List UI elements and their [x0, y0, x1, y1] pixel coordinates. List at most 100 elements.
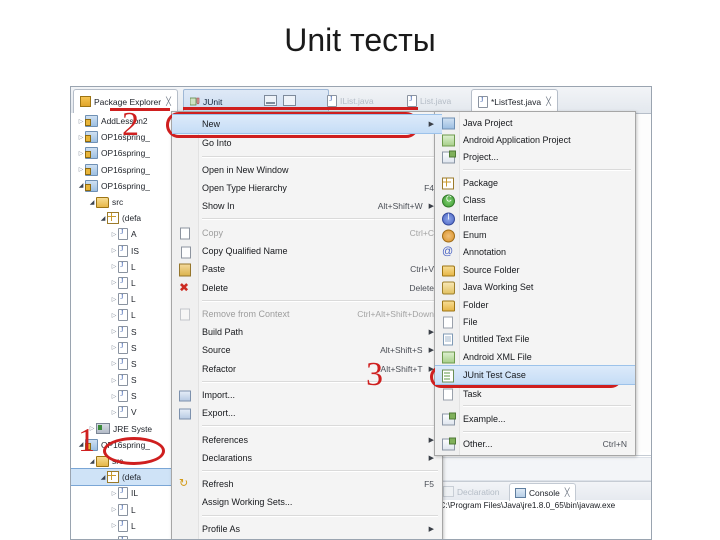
menu-item-paste[interactable]: Paste Ctrl+V — [172, 260, 442, 278]
menu-separator — [202, 218, 438, 221]
menu-item-junit-test-case[interactable]: JUnit Test Case — [435, 365, 635, 385]
chevron-right-icon[interactable]: ▷ — [77, 166, 85, 173]
java-project-icon — [85, 131, 98, 144]
menu-item-source-folder[interactable]: Source Folder — [435, 261, 635, 278]
menu-separator — [202, 380, 438, 383]
menu-item-label: Delete — [202, 282, 229, 293]
menu-item-declarations[interactable]: Declarations ▶ — [172, 449, 442, 467]
new-submenu[interactable]: Java Project Android Application Project P… — [434, 111, 636, 457]
chevron-down-icon[interactable]: ◢ — [88, 199, 96, 206]
menu-item-java-project[interactable]: Java Project — [435, 114, 635, 131]
menu-item-java-working-set[interactable]: Java Working Set — [435, 279, 635, 296]
menu-item-new[interactable]: New ▶ — [172, 114, 442, 135]
chevron-right-icon[interactable]: ▷ — [110, 296, 118, 303]
menu-item-class[interactable]: Class — [435, 192, 635, 209]
menu-item-folder[interactable]: Folder — [435, 296, 635, 313]
menu-item-label: Class — [463, 195, 486, 206]
tab-list-java[interactable]: List.java — [401, 89, 457, 112]
tree-node-label: OP16spring_ — [101, 439, 150, 450]
context-menu[interactable]: New ▶ Go Into Open in New Window Open Type H… — [171, 111, 443, 539]
chevron-right-icon[interactable]: ▷ — [110, 538, 118, 539]
tab-package-explorer[interactable]: Package Explorer ╳ — [73, 89, 178, 113]
tab-console[interactable]: Console ╳ — [509, 483, 576, 501]
chevron-right-icon[interactable]: ▷ — [110, 279, 118, 286]
menu-item-label: Declarations — [202, 452, 253, 463]
menu-item-copy-qualified-name[interactable]: Copy Qualified Name — [172, 242, 442, 260]
menu-item-project[interactable]: Project... — [435, 149, 635, 166]
tab-listtest-java[interactable]: *ListTest.java ╳ — [471, 89, 558, 113]
menu-item-assign-working-sets[interactable]: Assign Working Sets... — [172, 493, 442, 511]
menu-item-copy: Copy Ctrl+C — [172, 223, 442, 241]
menu-item-android-xml-file[interactable]: Android XML File — [435, 348, 635, 365]
chevron-right-icon[interactable]: ▷ — [110, 522, 118, 529]
menu-item-shortcut: Ctrl+N — [602, 439, 627, 450]
chevron-down-icon[interactable]: ◢ — [77, 441, 85, 448]
menu-item-label: Package — [463, 177, 499, 188]
menu-item-other[interactable]: Other... Ctrl+N — [435, 436, 635, 453]
tree-node-label: L — [131, 310, 136, 321]
chevron-down-icon[interactable]: ◢ — [99, 474, 107, 481]
chevron-right-icon[interactable]: ▷ — [110, 231, 118, 238]
chevron-right-icon[interactable]: ▷ — [77, 150, 85, 157]
tab-junit[interactable]: JUnit — [183, 89, 329, 113]
menu-item-annotation[interactable]: @ Annotation — [435, 244, 635, 261]
tab-ilist-java[interactable]: IList.java — [321, 89, 380, 112]
menu-item-enum[interactable]: Enum — [435, 226, 635, 243]
menu-item-shortcut: Ctrl+V — [410, 264, 434, 275]
chevron-right-icon[interactable]: ▷ — [110, 328, 118, 335]
close-icon[interactable]: ╳ — [565, 488, 570, 497]
menu-item-example[interactable]: Example... — [435, 410, 635, 427]
menu-item-build-path[interactable]: Build Path ▶ — [172, 323, 442, 341]
chevron-down-icon[interactable]: ◢ — [77, 182, 85, 189]
chevron-right-icon[interactable]: ▷ — [77, 118, 85, 125]
menu-item-refactor[interactable]: Refactor Alt+Shift+T ▶ — [172, 360, 442, 378]
tab-declaration[interactable]: Declaration — [438, 483, 504, 500]
chevron-right-icon[interactable]: ▷ — [110, 344, 118, 351]
junit-icon — [189, 97, 200, 107]
maximize-view-button[interactable] — [283, 95, 296, 106]
close-icon[interactable]: ╳ — [166, 97, 171, 106]
chevron-down-icon[interactable]: ◢ — [99, 215, 107, 222]
chevron-right-icon[interactable]: ▷ — [110, 377, 118, 384]
menu-item-refresh[interactable]: ↻ Refresh F5 — [172, 475, 442, 493]
menu-item-label: Export... — [202, 408, 236, 419]
menu-item-go-into[interactable]: Go Into — [172, 134, 442, 152]
chevron-right-icon[interactable]: ▷ — [110, 247, 118, 254]
menu-item-references[interactable]: References ▶ — [172, 430, 442, 448]
menu-item-import[interactable]: Import... — [172, 386, 442, 404]
menu-item-open-in-new-window[interactable]: Open in New Window — [172, 161, 442, 179]
menu-item-android-application-project[interactable]: Android Application Project — [435, 131, 635, 148]
chevron-right-icon[interactable]: ▷ — [110, 409, 118, 416]
chevron-down-icon[interactable]: ◢ — [88, 458, 96, 465]
chevron-right-icon[interactable]: ▷ — [110, 393, 118, 400]
menu-item-source[interactable]: Source Alt+Shift+S ▶ — [172, 341, 442, 359]
tab-label: JUnit — [203, 96, 223, 107]
text-file-icon — [441, 333, 454, 346]
menu-item-shortcut: Ctrl+C — [409, 227, 434, 238]
chevron-right-icon[interactable]: ▷ — [110, 506, 118, 513]
chevron-right-icon[interactable]: ▷ — [110, 263, 118, 270]
paste-icon — [178, 263, 191, 277]
minimize-view-button[interactable] — [264, 95, 277, 106]
menu-item-profile-as[interactable]: Profile As ▶ — [172, 520, 442, 538]
tab-label: Declaration — [457, 486, 500, 497]
menu-item-open-type-hierarchy[interactable]: Open Type Hierarchy F4 — [172, 179, 442, 197]
menu-item-delete[interactable]: ✖ Delete Delete — [172, 278, 442, 296]
menu-item-show-in[interactable]: Show In Alt+Shift+W ▶ — [172, 197, 442, 215]
menu-separator — [463, 169, 631, 172]
console-tab-strip: Declaration Console ╳ — [434, 481, 651, 501]
chevron-right-icon[interactable]: ▷ — [77, 134, 85, 141]
menu-item-export[interactable]: Export... — [172, 404, 442, 422]
chevron-right-icon[interactable]: ▷ — [88, 425, 96, 432]
menu-item-package[interactable]: Package — [435, 174, 635, 191]
chevron-right-icon: ▶ — [428, 365, 434, 373]
menu-item-untitled-text-file[interactable]: Untitled Text File — [435, 331, 635, 348]
menu-item-interface[interactable]: Interface — [435, 209, 635, 226]
tree-node-label: S — [131, 342, 137, 353]
chevron-right-icon[interactable]: ▷ — [110, 360, 118, 367]
chevron-right-icon[interactable]: ▷ — [110, 490, 118, 497]
close-icon[interactable]: ╳ — [546, 97, 551, 106]
menu-item-file[interactable]: File — [435, 313, 635, 330]
chevron-right-icon[interactable]: ▷ — [110, 312, 118, 319]
menu-item-task[interactable]: Task — [435, 385, 635, 402]
